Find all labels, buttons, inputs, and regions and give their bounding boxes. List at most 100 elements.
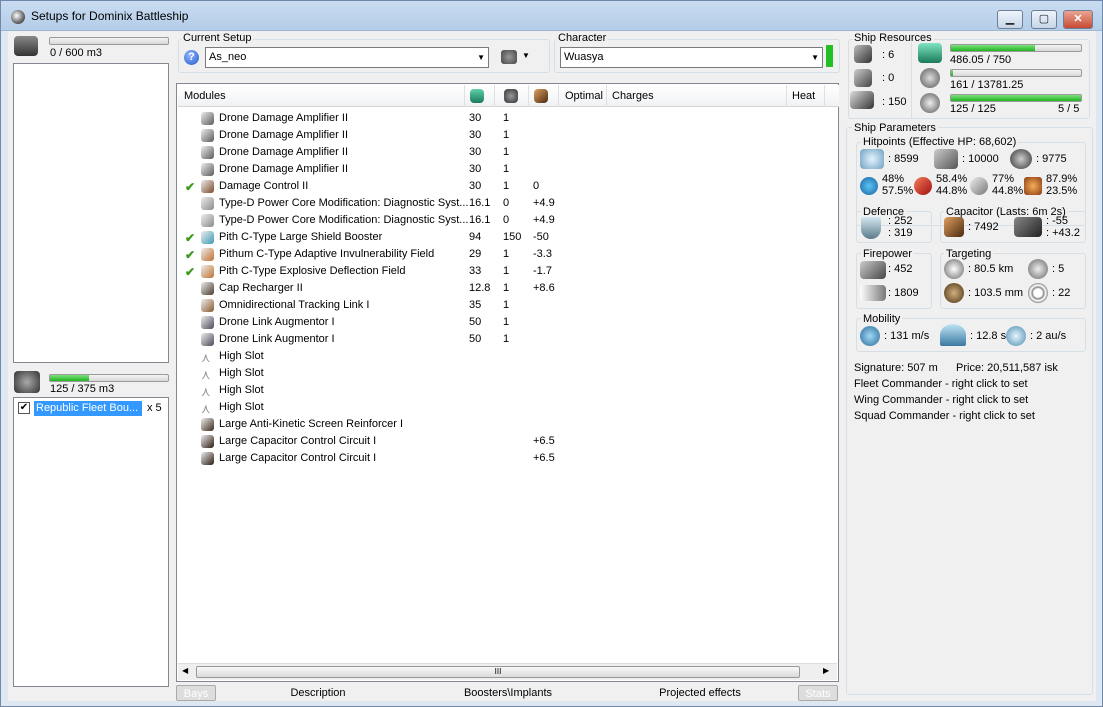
module-row[interactable]: Drone Damage Amplifier II 30 1 [177,110,837,127]
drone-item-name[interactable]: Republic Fleet Bou... [34,401,142,416]
module-row[interactable]: Drone Damage Amplifier II 30 1 [177,127,837,144]
module-row[interactable]: ⋏ High Slot [177,399,837,416]
targeting-range: : 80.5 km [968,263,1014,275]
ship-menu-arrow-icon[interactable]: ▼ [522,51,530,60]
firepower-top: : 452 [888,263,913,275]
module-row[interactable]: ✔ Damage Control II 30 1 0 [177,178,837,195]
module-row[interactable]: Large Anti-Kinetic Screen Reinforcer I [177,416,837,433]
horizontal-scrollbar[interactable]: ◀ III ▶ [178,663,837,680]
col-heat[interactable]: Heat [792,90,815,102]
modules-grid[interactable]: Modules Optimal Charges Heat Drone Damag… [176,83,839,682]
cpu-column-icon[interactable] [470,89,484,103]
drone-bay-capacity: 125 / 375 m3 [50,383,115,395]
mobility-label: Mobility [861,313,903,325]
powergrid-column-icon[interactable] [504,89,518,103]
tab-bays[interactable]: Bays [176,685,216,701]
module-online-check-icon: ✔ [185,180,196,194]
module-name: Drone Damage Amplifier II [219,129,348,141]
modules-header: Modules Optimal Charges Heat [178,85,839,107]
col-modules[interactable]: Modules [184,90,226,102]
setup-value: As_neo [209,51,247,63]
firepower-bottom: : 1809 [888,287,919,299]
module-icon [201,282,214,295]
module-row[interactable]: Large Capacitor Control Circuit I +6.5 [177,450,837,467]
module-name: Pithum C-Type Adaptive Invulnerability F… [219,248,435,260]
drone-bay-icon [14,371,40,393]
turret-count: : 6 [882,49,895,61]
module-row[interactable]: ⋏ High Slot [177,382,837,399]
tab-stats[interactable]: Stats [798,685,838,701]
module-capacitor: +4.9 [533,197,555,209]
setup-combo[interactable]: As_neo ▼ [205,47,489,68]
em-resist-shield: 48% [882,173,905,185]
scan-resolution: : 103.5 mm [968,287,1024,299]
squad-commander[interactable]: Squad Commander - right click to set [854,410,1035,422]
scroll-left-icon[interactable]: ◀ [182,666,188,675]
character-status-indicator [826,45,833,67]
window-title: Setups for Dominix Battleship [31,9,189,23]
module-row[interactable]: Drone Damage Amplifier II 30 1 [177,161,837,178]
character-combo[interactable]: Wuasya ▼ [560,47,823,68]
module-row[interactable]: Cap Recharger II 12.8 1 +8.6 [177,280,837,297]
cpu-fill [951,45,1036,51]
module-icon [201,435,214,448]
module-capacitor: 0 [533,180,540,192]
module-row[interactable]: ✔ Pith C-Type Explosive Deflection Field 3… [177,263,837,280]
module-capacitor: -50 [533,231,549,243]
module-powergrid: 0 [503,214,510,226]
module-row[interactable]: ⋏ High Slot [177,348,837,365]
turret-dps-icon [860,261,886,279]
ship-parameters-label: Ship Parameters [852,122,938,134]
fleet-commander[interactable]: Fleet Commander - right click to set [854,378,1028,390]
drone-bay-fill [50,375,89,381]
module-powergrid: 1 [503,146,510,158]
module-row[interactable]: Type-D Power Core Modification: Diagnost… [177,195,837,212]
cargo-list[interactable] [13,63,169,363]
module-powergrid: 1 [503,248,510,260]
module-row[interactable]: Drone Damage Amplifier II 30 1 [177,144,837,161]
capacitor-delta-top: : -55 [1046,215,1069,227]
module-row[interactable]: ✔ Pith C-Type Large Shield Booster 94 150 -5… [177,229,837,246]
ship-menu-icon[interactable] [501,50,517,64]
module-row[interactable]: Large Capacitor Control Circuit I +6.5 [177,433,837,450]
firepower-label: Firepower [861,248,914,260]
drone-active-count: 5 / 5 [1058,103,1080,115]
module-cpu: 50 [469,316,482,328]
module-cpu: 12.8 [469,282,491,294]
turret-hardpoint-icon [854,45,872,63]
drone-bay-bar [49,374,169,382]
capacitor-recharge-icon [1014,217,1042,237]
drone-dps-icon [860,285,886,301]
module-cpu: 16.1 [469,214,491,226]
module-row[interactable]: Drone Link Augmentor I 50 1 [177,314,837,331]
col-optimal[interactable]: Optimal [565,90,603,102]
tab-description[interactable]: Description [252,685,384,701]
maximize-button[interactable]: ▢ [1031,10,1057,29]
scroll-thumb[interactable]: III [196,666,800,678]
drone-list[interactable]: ✔ Republic Fleet Bou... x 5 [13,397,169,687]
tab-projected-effects[interactable]: Projected effects [620,685,780,701]
module-powergrid: 1 [503,316,510,328]
capacitor-column-icon[interactable] [534,89,548,103]
module-powergrid: 1 [503,163,510,175]
close-button[interactable]: ✕ [1063,10,1093,29]
help-icon[interactable]: ? [184,50,199,65]
scroll-right-icon[interactable]: ▶ [823,666,829,675]
minimize-button[interactable]: ▁ [997,10,1023,29]
chevron-down-icon: ▼ [477,53,485,62]
col-charges[interactable]: Charges [612,90,654,102]
module-name: High Slot [219,384,264,396]
module-row[interactable]: Drone Link Augmentor I 50 1 [177,331,837,348]
tab-boosters-implants[interactable]: Boosters\Implants [418,685,598,701]
capacitor-capacity: : 7492 [968,221,999,233]
main-window: Setups for Dominix Battleship ▁ ▢ ✕ 0 / … [0,0,1103,707]
module-row[interactable]: Omnidirectional Tracking Link I 35 1 [177,297,837,314]
module-name: Pith C-Type Large Shield Booster [219,231,383,243]
sensor-strength-icon [1028,283,1048,303]
module-row[interactable]: ✔ Pithum C-Type Adaptive Invulnerability … [177,246,837,263]
module-row[interactable]: ⋏ High Slot [177,365,837,382]
module-row[interactable]: Type-D Power Core Modification: Diagnost… [177,212,837,229]
shield-hp: : 8599 [888,153,919,165]
wing-commander[interactable]: Wing Commander - right click to set [854,394,1028,406]
drone-checkbox[interactable]: ✔ [18,402,30,414]
